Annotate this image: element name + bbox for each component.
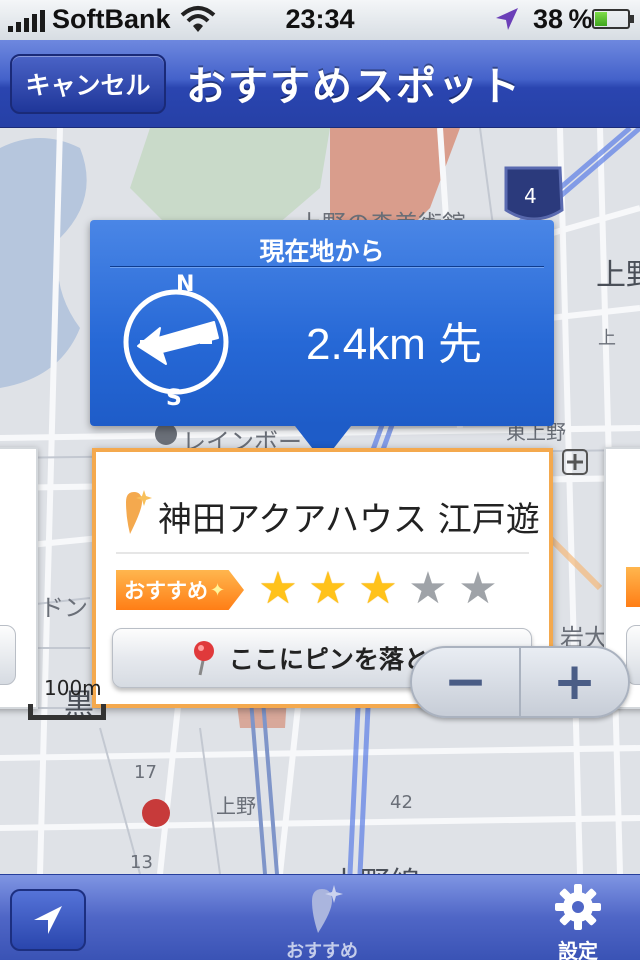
map-scale-bar — [28, 704, 106, 720]
page-title: おすすめスポット — [186, 64, 522, 110]
next-card-badge — [626, 567, 640, 607]
map-label-kamime: 上 — [598, 328, 616, 349]
compass-south-label: S — [166, 386, 182, 411]
navigation-bar: キャンセル おすすめスポット — [0, 40, 640, 128]
map-label-don: ドン — [40, 594, 88, 622]
battery-icon — [592, 9, 634, 29]
tab-settings-label: 設定 — [558, 939, 598, 960]
status-bar: SoftBank 23:34 38 % — [0, 0, 640, 40]
battery-percentage: 38 % — [533, 4, 593, 34]
pin-icon — [193, 641, 214, 676]
sparkle-icon: ✦ — [210, 579, 226, 601]
direction-popup: 現在地から N S 2.4km 先 — [90, 220, 554, 462]
rating-stars: ★ ★ ★ ★ ★ — [256, 562, 500, 616]
star-empty-icon: ★ — [458, 563, 498, 614]
star-filled-icon: ★ — [308, 563, 348, 614]
tab-recommend-label: おすすめ — [286, 941, 358, 960]
star-filled-icon: ★ — [258, 563, 298, 614]
map-label-line: 上野線 — [330, 858, 420, 874]
tab-settings[interactable]: 設定 — [538, 881, 618, 960]
location-arrow-icon — [496, 8, 518, 30]
current-location-button[interactable] — [10, 889, 86, 951]
cancel-button[interactable]: キャンセル — [10, 54, 166, 114]
location-arrow-icon — [34, 906, 62, 934]
previous-spot-card[interactable] — [0, 447, 38, 709]
star-filled-icon: ★ — [358, 563, 398, 614]
recommend-badge: おすすめ ✦ — [116, 570, 244, 610]
map-label-42: 42 — [390, 792, 413, 813]
battery-fill — [595, 12, 608, 26]
compass-north-label: N — [176, 272, 195, 297]
star-empty-icon: ★ — [408, 563, 448, 614]
map-label-13: 13 — [130, 852, 153, 873]
map-label-ueno: 上野 — [596, 258, 640, 293]
tab-bar: おすすめ 設定 — [0, 874, 640, 960]
map-label-ueno-bottom: 上野 — [216, 794, 256, 818]
zoom-control: − + — [410, 646, 630, 718]
spot-marker-icon — [126, 490, 152, 534]
map-label-17: 17 — [134, 762, 157, 783]
direction-divider — [110, 266, 544, 268]
previous-card-button[interactable] — [0, 625, 16, 685]
distance-text: 2.4km 先 — [306, 320, 483, 369]
spot-divider — [116, 552, 529, 554]
map-scale-label: 100m — [44, 676, 102, 700]
direction-label: 現在地から — [259, 237, 385, 266]
tab-recommend[interactable]: おすすめ — [282, 881, 362, 960]
zoom-in-button[interactable]: + — [521, 648, 628, 716]
recommend-tab-icon — [312, 885, 343, 933]
route-number: 4 — [524, 184, 537, 208]
recommend-badge-label: おすすめ — [124, 579, 208, 603]
zoom-out-button[interactable]: − — [412, 648, 521, 716]
spot-name: 神田アクアハウス 江戸遊 — [158, 500, 540, 540]
gear-icon — [555, 884, 601, 930]
